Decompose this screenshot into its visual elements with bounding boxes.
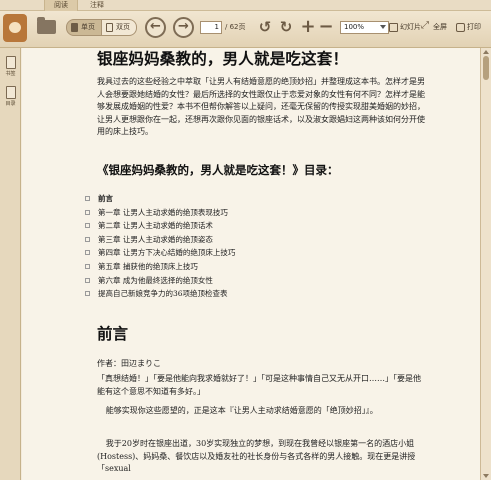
scroll-up-icon[interactable] xyxy=(483,50,489,54)
zoom-out-icon[interactable]: − xyxy=(318,18,334,36)
toc-item[interactable]: 第四章 让男方下决心结婚的绝顶床上技巧 xyxy=(85,246,405,260)
fullscreen-icon xyxy=(421,19,431,32)
app-logo-icon xyxy=(3,14,27,42)
intro-paragraph: 我具过去的这些经验之中萃取「让男人有结婚意愿的绝顶妙招」并整理成这本书。怎样才是… xyxy=(97,77,425,136)
scroll-down-icon[interactable] xyxy=(483,474,489,478)
toc-item-label: 第一章 让男人主动求婚的绝顶表现技巧 xyxy=(98,207,228,217)
slideshow-label: 幻灯片 xyxy=(400,23,421,31)
bullet-icon xyxy=(85,223,90,229)
rotate-right-icon[interactable]: ↻ xyxy=(278,19,294,35)
toc-item[interactable]: 第六章 成为他最终选择的绝顶女性 xyxy=(85,274,405,288)
print-icon xyxy=(456,23,465,32)
page-number-input[interactable]: 1 xyxy=(200,21,222,34)
print-button[interactable]: 打印 xyxy=(456,21,481,34)
toc-list: 前言 第一章 让男人主动求婚的绝顶表现技巧 第二章 让男人主动求婚的绝顶话术 第… xyxy=(85,192,405,301)
document-viewport[interactable]: 银座妈妈桑教的，男人就是吃这套！ 我具过去的这些经验之中萃取「让男人有结婚意愿的… xyxy=(22,48,480,480)
scroll-thumb[interactable] xyxy=(483,56,489,80)
toolbar: 单页 双页 ← → 1 / 62页 ↺ ↻ + − 100% 幻灯片 全屏 打印 xyxy=(0,11,491,48)
sidebar-item-label: 目录 xyxy=(5,101,16,107)
sidebar-item-bookmark[interactable]: 书签 xyxy=(0,56,21,77)
toc-item[interactable]: 第一章 让男人主动求婚的绝顶表现技巧 xyxy=(85,206,405,220)
arrow-left-icon: ← xyxy=(150,19,161,34)
toc-item-label: 第二章 让男人主动求婚的绝顶话术 xyxy=(98,221,213,231)
sidebar-item-label: 书签 xyxy=(5,71,16,77)
double-page-icon xyxy=(106,23,113,32)
zoom-in-icon[interactable]: + xyxy=(300,18,316,36)
bookmark-icon xyxy=(5,56,16,69)
slideshow-button[interactable]: 幻灯片 xyxy=(389,21,421,34)
bullet-icon xyxy=(85,291,90,297)
zoom-value: 100% xyxy=(344,23,365,31)
rotate-left-icon[interactable]: ↺ xyxy=(257,19,273,35)
double-page-label: 双页 xyxy=(116,23,130,31)
toc-heading: 《银座妈妈桑教的，男人就是吃这套！》目录： xyxy=(97,163,339,177)
bullet-icon xyxy=(85,236,90,242)
arrow-right-icon: → xyxy=(178,19,189,34)
toc-item[interactable]: 第五章 捕获他的绝顶床上技巧 xyxy=(85,260,405,274)
sidebar: 书签 目录 xyxy=(0,48,21,480)
single-page-icon xyxy=(71,23,78,32)
toc-icon xyxy=(5,86,16,99)
open-folder-icon[interactable] xyxy=(37,17,56,34)
bullet-icon xyxy=(85,250,90,256)
tab-notes[interactable]: 注释 xyxy=(80,0,114,11)
toc-item[interactable]: 第三章 让男人主动求婚的绝顶姿态 xyxy=(85,233,405,247)
next-page-button[interactable]: → xyxy=(173,17,194,38)
toc-item[interactable]: 提高自己新娘竞争力的36项绝顶检查表 xyxy=(85,287,405,301)
chevron-down-icon xyxy=(380,25,386,29)
single-page-label: 单页 xyxy=(81,23,95,31)
toc-item[interactable]: 第二章 让男人主动求婚的绝顶话术 xyxy=(85,219,405,233)
vertical-scrollbar[interactable] xyxy=(480,48,491,480)
single-page-button[interactable]: 单页 xyxy=(66,19,102,36)
tab-read[interactable]: 阅读 xyxy=(44,0,78,11)
body-paragraph: 「真想结婚！」「要是他能向我求婚就好了！」「可是这种事情自己又无从开口……」「要… xyxy=(97,374,421,396)
toc-item-label: 第四章 让男方下决心结婚的绝顶床上技巧 xyxy=(98,248,236,258)
print-label: 打印 xyxy=(467,23,481,31)
body-paragraph: 我于20岁时在银座出道，30岁实现独立的梦想，到现在我曾经以银座第一名的酒店小姐… xyxy=(97,439,416,473)
view-tab-strip: 阅读 注释 xyxy=(0,0,491,11)
toc-item-label: 提高自己新娘竞争力的36项绝顶检查表 xyxy=(98,289,228,299)
bullet-icon xyxy=(85,209,90,215)
section-title: 前言 xyxy=(97,325,129,343)
toc-item-label: 第六章 成为他最终选择的绝顶女性 xyxy=(98,275,213,285)
zoom-select[interactable]: 100% xyxy=(340,21,389,34)
toc-item[interactable]: 前言 xyxy=(85,192,405,206)
toc-item-label: 第五章 捕获他的绝顶床上技巧 xyxy=(98,261,198,271)
body-paragraph: 能够实现你这些愿望的，正是这本『让男人主动求结婚意愿的「绝顶妙招」』。 xyxy=(105,406,378,415)
fullscreen-button[interactable]: 全屏 xyxy=(421,19,447,34)
bullet-icon xyxy=(85,277,90,283)
fullscreen-label: 全屏 xyxy=(433,23,447,31)
toc-item-label: 前言 xyxy=(98,194,113,203)
double-page-button[interactable]: 双页 xyxy=(101,19,137,36)
bullet-icon xyxy=(85,263,90,269)
sidebar-item-toc[interactable]: 目录 xyxy=(0,86,21,107)
document-title: 银座妈妈桑教的，男人就是吃这套！ xyxy=(97,50,349,68)
slideshow-icon xyxy=(389,23,398,32)
previous-page-button[interactable]: ← xyxy=(145,17,166,38)
toc-item-label: 第三章 让男人主动求婚的绝顶姿态 xyxy=(98,234,213,244)
page-total: / 62页 xyxy=(225,23,246,31)
bullet-icon xyxy=(85,196,90,201)
author-line: 作者：田辺まりこ xyxy=(97,359,161,368)
